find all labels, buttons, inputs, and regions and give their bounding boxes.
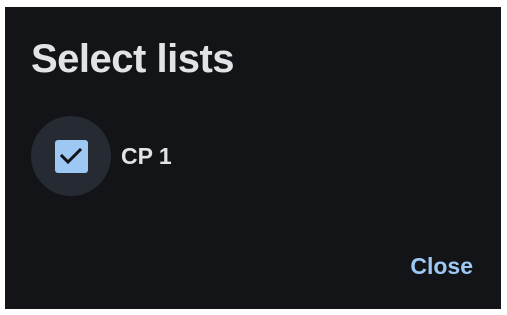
close-button[interactable]: Close	[410, 253, 473, 280]
list-option-cp1[interactable]: CP 1	[31, 116, 172, 196]
checkbox-focus-halo	[31, 116, 111, 196]
checkmark-icon	[60, 147, 82, 165]
checkbox-cp1[interactable]	[54, 139, 88, 173]
option-label: CP 1	[121, 142, 172, 169]
dialog-title: Select lists	[31, 37, 235, 81]
select-lists-dialog: Select lists CP 1 Close	[5, 7, 501, 309]
